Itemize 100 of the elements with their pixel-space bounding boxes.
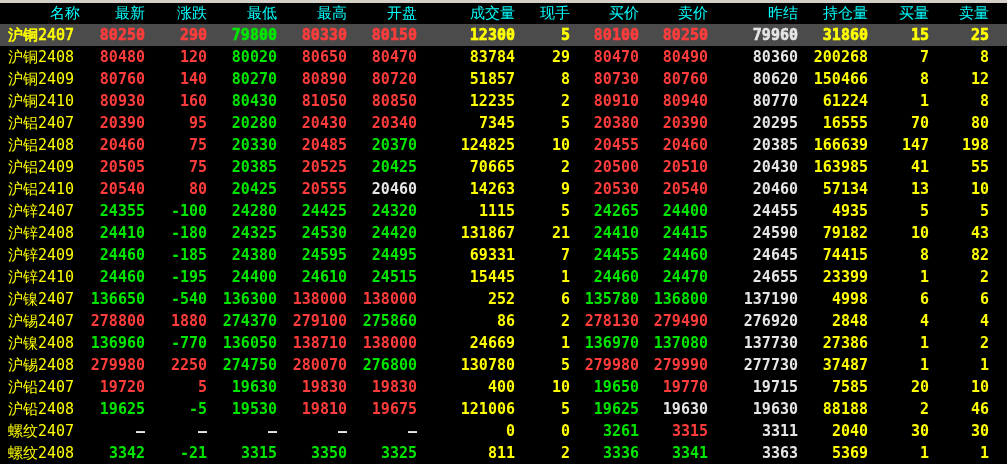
table-cell: 20505 bbox=[99, 159, 145, 175]
table-cell: 10 bbox=[970, 379, 989, 395]
table-cell: 12300 bbox=[469, 27, 515, 43]
column-header[interactable]: 卖价 bbox=[639, 6, 708, 21]
table-row[interactable]: 沪铝2410 20540 80 20425 20555 20460 14263 9 20530 20540 20460 57134 13 10 bbox=[0, 178, 1007, 200]
column-header[interactable]: 卖量 bbox=[929, 6, 989, 21]
table-cell: 19675 bbox=[371, 401, 417, 417]
table-row[interactable]: 沪锡2407 278800 1880 274370 279100 275860 86 2 278130 279490 276920 2848 4 4 bbox=[0, 310, 1007, 332]
table-row[interactable]: 沪铜2407 80250 290 79800 80330 80150 12300 5 80100 80250 79960 31860 15 25 bbox=[0, 24, 1007, 46]
table-row[interactable]: 沪铝2408 20460 75 20330 20485 20370 124825 10 20455 20460 20385 166639 147 198 bbox=[0, 134, 1007, 156]
table-cell: 5 bbox=[979, 203, 989, 219]
table-row[interactable]: 螺纹2408 3342 -21 3315 3350 3325 811 2 3336 3341 3363 5369 1 1 bbox=[0, 442, 1007, 464]
table-cell: — bbox=[407, 423, 417, 439]
table-cell: 20555 bbox=[301, 181, 347, 197]
table-cell: 80650 bbox=[301, 49, 347, 65]
table-row[interactable]: 沪镍2408 136960 -770 136050 138710 138000 24669 1 136970 137080 137730 27386 1 2 bbox=[0, 332, 1007, 354]
table-cell: 160 bbox=[179, 93, 207, 109]
contract-name: 沪铝2410 bbox=[8, 181, 75, 197]
table-cell: 9 bbox=[560, 181, 570, 197]
table-row[interactable]: 螺纹2407 — — — — — 0 0 3261 3315 3311 2040 30 30 bbox=[0, 420, 1007, 442]
table-cell: 5 bbox=[560, 357, 570, 373]
column-header[interactable]: 买量 bbox=[868, 6, 929, 21]
table-cell: 24415 bbox=[662, 225, 708, 241]
table-cell: 20390 bbox=[99, 115, 145, 131]
table-cell: — bbox=[197, 423, 207, 439]
table-cell: 2 bbox=[560, 313, 570, 329]
table-cell: 198 bbox=[961, 137, 989, 153]
table-cell: 2 bbox=[979, 335, 989, 351]
contract-name: 沪锡2407 bbox=[8, 313, 75, 329]
table-cell: 20280 bbox=[231, 115, 277, 131]
column-header[interactable]: 涨跌 bbox=[145, 6, 207, 21]
table-row[interactable]: 沪铅2408 19625 -5 19530 19810 19675 121006 5 19625 19630 19630 88188 2 46 bbox=[0, 398, 1007, 420]
table-cell: 0 bbox=[560, 423, 570, 439]
table-row[interactable]: 沪锡2408 279980 2250 274750 280070 276800 130780 5 279980 279990 277730 37487 1 1 bbox=[0, 354, 1007, 376]
contract-name: 沪铝2409 bbox=[8, 159, 75, 175]
table-cell: 3350 bbox=[310, 445, 347, 461]
table-cell: 279980 bbox=[90, 357, 145, 373]
column-header[interactable]: 现手 bbox=[515, 6, 570, 21]
table-cell: 19830 bbox=[301, 379, 347, 395]
table-row[interactable]: 沪锌2407 24355 -100 24280 24425 24320 1115 5 24265 24400 24455 4935 5 5 bbox=[0, 200, 1007, 222]
table-cell: 80330 bbox=[301, 27, 347, 43]
table-cell: 136050 bbox=[222, 335, 277, 351]
column-header[interactable]: 名称 bbox=[0, 6, 80, 21]
table-cell: 279990 bbox=[653, 357, 708, 373]
table-cell: 80360 bbox=[752, 49, 798, 65]
table-row[interactable]: 沪锌2410 24460 -195 24400 24610 24515 15445 1 24460 24470 24655 23399 1 2 bbox=[0, 266, 1007, 288]
column-header[interactable]: 最低 bbox=[207, 6, 277, 21]
table-cell: 24460 bbox=[99, 247, 145, 263]
table-cell: 20385 bbox=[752, 137, 798, 153]
table-cell: 24425 bbox=[301, 203, 347, 219]
column-header[interactable]: 买价 bbox=[570, 6, 639, 21]
table-cell: 80620 bbox=[752, 71, 798, 87]
contract-name: 螺纹2407 bbox=[8, 423, 75, 439]
table-cell: 277730 bbox=[743, 357, 798, 373]
table-row[interactable]: 沪铝2407 20390 95 20280 20430 20340 7345 5 20380 20390 20295 16555 70 80 bbox=[0, 112, 1007, 134]
column-header[interactable]: 昨结 bbox=[708, 6, 798, 21]
table-cell: 10 bbox=[910, 225, 929, 241]
table-cell: 135780 bbox=[584, 291, 639, 307]
table-cell: 7585 bbox=[831, 379, 868, 395]
table-cell: 24400 bbox=[662, 203, 708, 219]
table-row[interactable]: 沪铝2409 20505 75 20385 20525 20425 70665 2 20500 20510 20430 163985 41 55 bbox=[0, 156, 1007, 178]
table-cell: 24400 bbox=[231, 269, 277, 285]
table-row[interactable]: 沪锌2409 24460 -185 24380 24595 24495 69331 7 24455 24460 24645 74415 8 82 bbox=[0, 244, 1007, 266]
table-cell: 80 bbox=[188, 181, 207, 197]
table-cell: 24460 bbox=[662, 247, 708, 263]
table-row[interactable]: 沪铜2410 80930 160 80430 81050 80850 12235 2 80910 80940 80770 61224 1 8 bbox=[0, 90, 1007, 112]
column-header[interactable]: 持仓量 bbox=[798, 6, 868, 21]
table-row[interactable]: 沪铜2409 80760 140 80270 80890 80720 51857 8 80730 80760 80620 150466 8 12 bbox=[0, 68, 1007, 90]
contract-name: 沪铜2409 bbox=[8, 71, 75, 87]
table-row[interactable]: 沪铅2407 19720 5 19630 19830 19830 400 10 19650 19770 19715 7585 20 10 bbox=[0, 376, 1007, 398]
column-header[interactable]: 最高 bbox=[277, 6, 347, 21]
table-cell: -195 bbox=[170, 269, 207, 285]
table-cell: 19650 bbox=[593, 379, 639, 395]
table-cell: 10 bbox=[551, 379, 570, 395]
table-cell: 24320 bbox=[371, 203, 417, 219]
table-cell: 51857 bbox=[469, 71, 515, 87]
table-cell: 19625 bbox=[593, 401, 639, 417]
table-cell: 138000 bbox=[292, 291, 347, 307]
table-row[interactable]: 沪镍2407 136650 -540 136300 138000 138000 252 6 135780 136800 137190 4998 6 6 bbox=[0, 288, 1007, 310]
table-cell: 55 bbox=[970, 159, 989, 175]
table-cell: 24455 bbox=[593, 247, 639, 263]
table-cell: 80250 bbox=[99, 27, 145, 43]
table-cell: 276800 bbox=[362, 357, 417, 373]
table-cell: 131867 bbox=[460, 225, 515, 241]
table-cell: 80770 bbox=[752, 93, 798, 109]
column-header[interactable]: 成交量 bbox=[417, 6, 515, 21]
table-row[interactable]: 沪铜2408 80480 120 80020 80650 80470 83784 29 80470 80490 80360 200268 7 8 bbox=[0, 46, 1007, 68]
table-cell: 8 bbox=[979, 49, 989, 65]
table-cell: 279100 bbox=[292, 313, 347, 329]
table-cell: 3325 bbox=[380, 445, 417, 461]
table-cell: 20460 bbox=[99, 137, 145, 153]
table-cell: 80020 bbox=[231, 49, 277, 65]
column-header[interactable]: 最新 bbox=[80, 6, 145, 21]
table-cell: 24530 bbox=[301, 225, 347, 241]
column-header[interactable]: 开盘 bbox=[347, 6, 417, 21]
table-cell: 80850 bbox=[371, 93, 417, 109]
table-cell: 2250 bbox=[170, 357, 207, 373]
table-cell: 20510 bbox=[662, 159, 708, 175]
table-cell: 79182 bbox=[822, 225, 868, 241]
table-row[interactable]: 沪锌2408 24410 -180 24325 24530 24420 131867 21 24410 24415 24590 79182 10 43 bbox=[0, 222, 1007, 244]
